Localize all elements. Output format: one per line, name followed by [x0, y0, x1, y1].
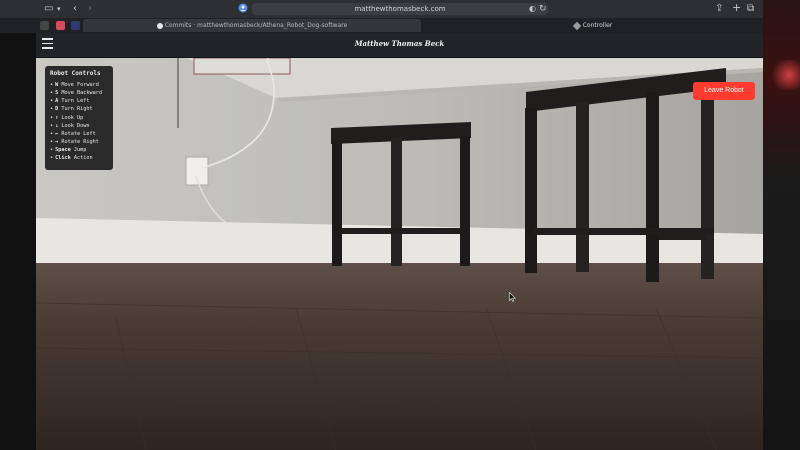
list-item: W Move Forward [50, 81, 108, 89]
control-action: Action [73, 155, 93, 162]
site-header: Matthew Thomas Beck [36, 33, 763, 58]
control-action: Turn Left [61, 98, 90, 105]
list-item: → Rotate Right [50, 138, 108, 146]
control-key: W [55, 82, 59, 88]
robot-controls-list: W Move Forward S Move Backward A Turn Le… [50, 81, 108, 163]
control-action: Rotate Right [61, 139, 99, 146]
list-item: A Turn Left [50, 97, 108, 105]
reload-icon[interactable]: ↻ [539, 3, 547, 15]
control-key: ← [55, 130, 59, 137]
site-title: Matthew Thomas Beck [354, 39, 445, 48]
list-item: D Turn Right [50, 105, 108, 113]
control-action: Look Up [61, 114, 84, 121]
new-tab-icon[interactable]: + [732, 2, 741, 14]
github-icon [156, 22, 163, 29]
control-key: S [55, 90, 59, 97]
robot-controls-title: Robot Controls [50, 70, 101, 77]
tab-commits[interactable]: Commits · matthewthomasbeck/Athena_Robot… [83, 19, 421, 32]
control-action: Move Forward [61, 82, 99, 88]
camera-feed-image [36, 58, 763, 450]
control-action: Rotate Left [61, 130, 96, 137]
back-icon[interactable]: ‹ [73, 3, 77, 15]
tab-commits-label: Commits · matthewthomasbeck/Athena_Robot… [164, 22, 348, 29]
backdrop-glow [769, 60, 800, 90]
control-key: D [55, 106, 59, 113]
control-action: Turn Right [61, 106, 93, 113]
control-key: Space [55, 147, 71, 154]
privacy-icon[interactable] [238, 3, 248, 17]
list-item: ← Rotate Left [50, 130, 108, 138]
control-action: Look Down [61, 122, 90, 129]
extension-icon[interactable]: ◐ [529, 3, 536, 15]
pinned-tab-1[interactable] [40, 21, 49, 30]
url-text[interactable]: matthewthomasbeck.com [252, 3, 548, 15]
control-key: A [55, 98, 59, 105]
control-key: ↑ [55, 114, 59, 121]
tab-strip: Commits · matthewthomasbeck/Athena_Robot… [0, 18, 763, 33]
camera-feed[interactable] [36, 58, 763, 450]
robot-controls-panel: Robot Controls W Move Forward S Move Bac… [45, 66, 113, 170]
pinned-tab-2[interactable] [56, 21, 65, 30]
list-item: ↑ Look Up [50, 114, 108, 122]
list-item: Space Jump [50, 146, 108, 154]
control-action: Move Backward [61, 90, 102, 97]
leave-robot-button[interactable]: Leave Robot [693, 82, 755, 100]
controller-favicon [572, 21, 581, 30]
share-icon[interactable]: ⇪ [715, 3, 723, 15]
sidebar-chevron-icon[interactable]: ▾ [57, 3, 61, 15]
list-item: ↓ Look Down [50, 122, 108, 130]
tab-overview-icon[interactable]: ⧉ [747, 3, 754, 15]
control-key: ↓ [55, 122, 59, 129]
tab-controller-label: Controller [582, 22, 613, 29]
browser-toolbar: ▭ ▾ ‹ › ⊟ matthewthomasbeck.com ◐ ↻ ⇪ + … [0, 0, 763, 19]
tab-controller[interactable]: Controller [423, 19, 763, 32]
forward-icon[interactable]: › [88, 3, 92, 15]
list-item: S Move Backward [50, 89, 108, 97]
address-bar[interactable]: matthewthomasbeck.com [252, 3, 548, 15]
sidebar-icon[interactable]: ▭ [44, 3, 53, 15]
control-key: Click [55, 155, 71, 162]
list-item: Click Action [50, 154, 108, 162]
control-action: Jump [73, 147, 87, 154]
page-backdrop [763, 0, 800, 450]
control-key: → [55, 139, 59, 146]
mouse-cursor-icon [509, 292, 516, 302]
pinned-tab-3[interactable] [71, 21, 80, 30]
